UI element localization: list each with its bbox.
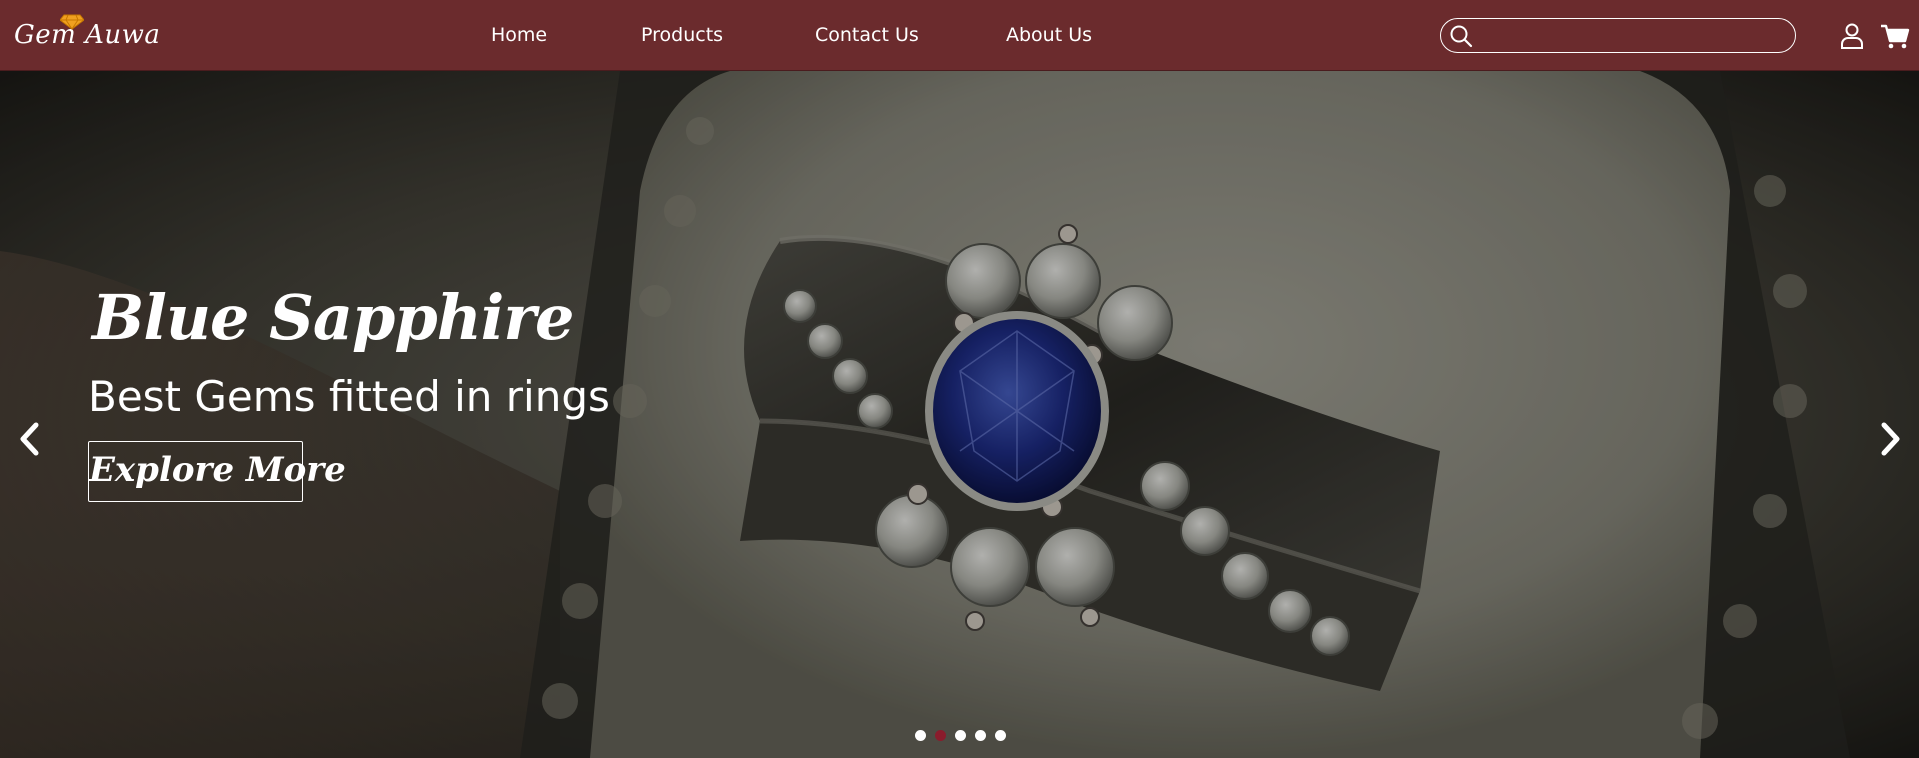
gem-icon (60, 14, 84, 30)
cart-icon[interactable] (1880, 24, 1910, 50)
nav-contact-us-link[interactable]: Contact Us (815, 24, 919, 46)
search-input[interactable] (1479, 22, 1788, 50)
brand-logo-text: Gem Auwa (14, 20, 161, 50)
nav-about-us-link[interactable]: About Us (1006, 24, 1092, 46)
hero-carousel: Blue Sapphire Best Gems fitted in rings … (0, 71, 1919, 758)
brand-logo[interactable]: Gem Auwa (14, 10, 160, 60)
user-icon[interactable] (1840, 23, 1864, 49)
explore-more-button[interactable]: Explore More (88, 441, 346, 502)
carousel-dot-5[interactable] (995, 730, 1006, 741)
chevron-left-icon[interactable] (18, 421, 40, 457)
carousel-dot-3[interactable] (955, 730, 966, 741)
nav-products-link[interactable]: Products (641, 24, 723, 46)
hero-title: Blue Sapphire (92, 281, 574, 354)
search-box[interactable] (1440, 18, 1796, 53)
hero-subtitle: Best Gems fitted in rings (88, 372, 610, 421)
carousel-dot-1[interactable] (915, 730, 926, 741)
carousel-dot-2[interactable] (935, 730, 946, 741)
carousel-indicators (915, 730, 1015, 744)
navbar: Gem Auwa Home Products Contact Us About … (0, 0, 1919, 71)
nav-home-link[interactable]: Home (491, 24, 547, 46)
search-icon[interactable] (1449, 24, 1473, 48)
carousel-dot-4[interactable] (975, 730, 986, 741)
chevron-right-icon[interactable] (1880, 421, 1902, 457)
